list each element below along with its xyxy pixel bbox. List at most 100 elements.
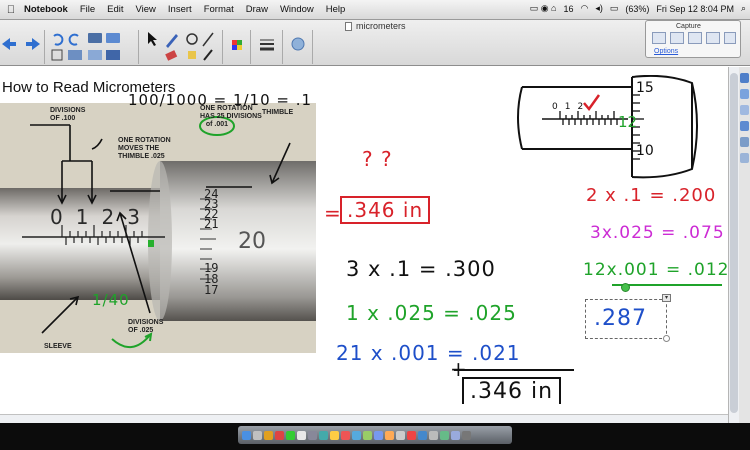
facetime-icon[interactable] <box>363 430 372 440</box>
annotation-line-1[interactable]: 3 x .1 = .300 <box>346 257 496 281</box>
highlighter-icon[interactable] <box>188 51 196 59</box>
preview-icon[interactable] <box>429 430 438 440</box>
annotation-fraction[interactable]: 100/1000 = 1/10 = .1 <box>128 91 312 109</box>
pen-tool-icon[interactable] <box>166 34 178 48</box>
page-sorter-tab[interactable] <box>740 73 749 83</box>
shape-tool-icon[interactable] <box>186 33 198 45</box>
whiteboard-canvas[interactable]: How to Read Micrometers DIVISIONS OF .10… <box>0 67 728 423</box>
page-sorter-icon[interactable] <box>68 50 82 60</box>
redo-icon[interactable] <box>68 33 79 46</box>
eraser-icon[interactable] <box>165 50 178 61</box>
vertical-scrollbar[interactable] <box>728 67 739 423</box>
capture-screen-button[interactable] <box>688 32 702 44</box>
apple-menu-icon[interactable]:  <box>4 3 18 17</box>
object-menu-icon[interactable]: ▾ <box>662 294 671 302</box>
horizontal-scrollbar[interactable] <box>0 414 728 423</box>
wifi-icon[interactable]: ◠ <box>581 3 589 14</box>
annotation-right-3[interactable]: 12x.001 = .012 <box>583 260 728 280</box>
screen-capture-icon[interactable] <box>106 50 120 60</box>
ibooks-icon[interactable] <box>385 430 394 440</box>
textedit-icon[interactable] <box>396 430 405 440</box>
sum-line <box>454 369 574 371</box>
volume-icon[interactable]: ◂) <box>595 3 603 14</box>
photos-icon[interactable] <box>330 430 339 440</box>
capture-options-link[interactable]: Options <box>654 48 678 55</box>
rotate-handle[interactable] <box>621 283 630 292</box>
status-count[interactable]: 16 <box>563 4 573 14</box>
clock[interactable]: Fri Sep 12 8:04 PM <box>656 4 734 14</box>
toolbar: micrometers <box>0 20 750 66</box>
properties-tab[interactable] <box>740 121 749 131</box>
maps-icon[interactable] <box>319 430 328 440</box>
numbers-icon[interactable] <box>440 430 449 440</box>
capture-window-button[interactable] <box>670 32 684 44</box>
annotation-question-marks[interactable]: ? ? <box>362 147 393 171</box>
attachments-tab[interactable] <box>740 105 749 115</box>
diagram-thimble-10: 10 <box>636 143 654 159</box>
line-tool-icon[interactable] <box>202 32 214 47</box>
colors-icon[interactable] <box>232 40 242 50</box>
system-prefs-icon[interactable] <box>308 430 317 440</box>
annotation-result-top[interactable]: .346 in <box>340 196 431 224</box>
messages-icon[interactable] <box>286 430 295 440</box>
menu-draw[interactable]: Draw <box>246 4 268 15</box>
menu-extra-icons[interactable]: ▭ ◉ ⌂ <box>530 3 557 14</box>
forward-arrow-icon[interactable] <box>26 38 40 50</box>
side-tab-bar <box>739 67 750 423</box>
battery-icon[interactable]: ▭ <box>610 3 619 14</box>
addons-tab[interactable] <box>740 137 749 147</box>
scrollbar-thumb[interactable] <box>730 73 738 413</box>
answer-value[interactable]: .287 <box>594 306 647 331</box>
undo-icon[interactable] <box>53 33 64 46</box>
capture-close-button[interactable] <box>724 32 736 44</box>
annotation-right-1[interactable]: 2 x .1 = .200 <box>586 185 716 206</box>
mail-icon[interactable] <box>374 430 383 440</box>
select-tool-icon[interactable] <box>148 32 157 46</box>
capture-freehand-button[interactable] <box>706 32 720 44</box>
thimble-upper-numbers: 24 23 22 21 <box>204 188 218 230</box>
resize-handle[interactable] <box>663 335 670 342</box>
notes-icon[interactable] <box>297 430 306 440</box>
safari-icon[interactable] <box>264 430 273 440</box>
properties-icon[interactable] <box>291 37 305 51</box>
extra-tab[interactable] <box>740 153 749 163</box>
menu-view[interactable]: View <box>136 4 156 15</box>
line-style-icon[interactable] <box>260 39 274 51</box>
micrometer-photo[interactable]: DIVISIONS OF .100 THIMBLE ONE ROTATION HAS… <box>0 103 316 353</box>
annotation-result-bottom[interactable]: .346 in <box>462 377 562 404</box>
search-icon[interactable]: ⌕ <box>741 3 746 14</box>
thimble-number: 17 <box>204 283 219 297</box>
annotation-quarter[interactable]: 1/40 <box>92 291 130 309</box>
trash-icon[interactable] <box>462 430 471 440</box>
menu-format[interactable]: Format <box>204 4 234 15</box>
micrometer-diagram[interactable] <box>516 75 716 181</box>
capture-area-button[interactable] <box>652 32 666 44</box>
delete-icon[interactable] <box>51 49 63 61</box>
calendar-icon[interactable] <box>275 430 284 440</box>
annotation-line-2[interactable]: 1 x .025 = .025 <box>346 301 517 325</box>
pdf-icon[interactable] <box>407 430 416 440</box>
finder-icon[interactable] <box>242 430 251 440</box>
launchpad-icon[interactable] <box>253 430 262 440</box>
menu-app-name[interactable]: Notebook <box>24 4 68 15</box>
table-icon[interactable] <box>88 50 102 60</box>
menu-window[interactable]: Window <box>280 4 314 15</box>
battery-percent[interactable]: (63%) <box>625 4 649 14</box>
back-arrow-icon[interactable] <box>2 38 16 50</box>
menu-edit[interactable]: Edit <box>107 4 123 15</box>
menu-file[interactable]: File <box>80 4 95 15</box>
screen-shade-icon[interactable] <box>88 33 102 43</box>
fill-icon[interactable] <box>203 49 213 61</box>
menu-help[interactable]: Help <box>326 4 346 15</box>
itunes-icon[interactable] <box>341 430 350 440</box>
annotation-line-3[interactable]: 21 x .001 = .021 <box>336 341 521 365</box>
app-store-icon[interactable] <box>352 430 361 440</box>
display-icon[interactable] <box>106 33 120 43</box>
annotation-right-2[interactable]: 3x.025 = .075 <box>590 223 725 243</box>
menu-insert[interactable]: Insert <box>168 4 192 15</box>
gallery-tab[interactable] <box>740 89 749 99</box>
answer-text-box[interactable]: .287 <box>585 299 667 339</box>
notebook-icon[interactable] <box>418 430 427 440</box>
diagram-thimble-15: 15 <box>636 80 654 96</box>
downloads-icon[interactable] <box>451 430 460 440</box>
